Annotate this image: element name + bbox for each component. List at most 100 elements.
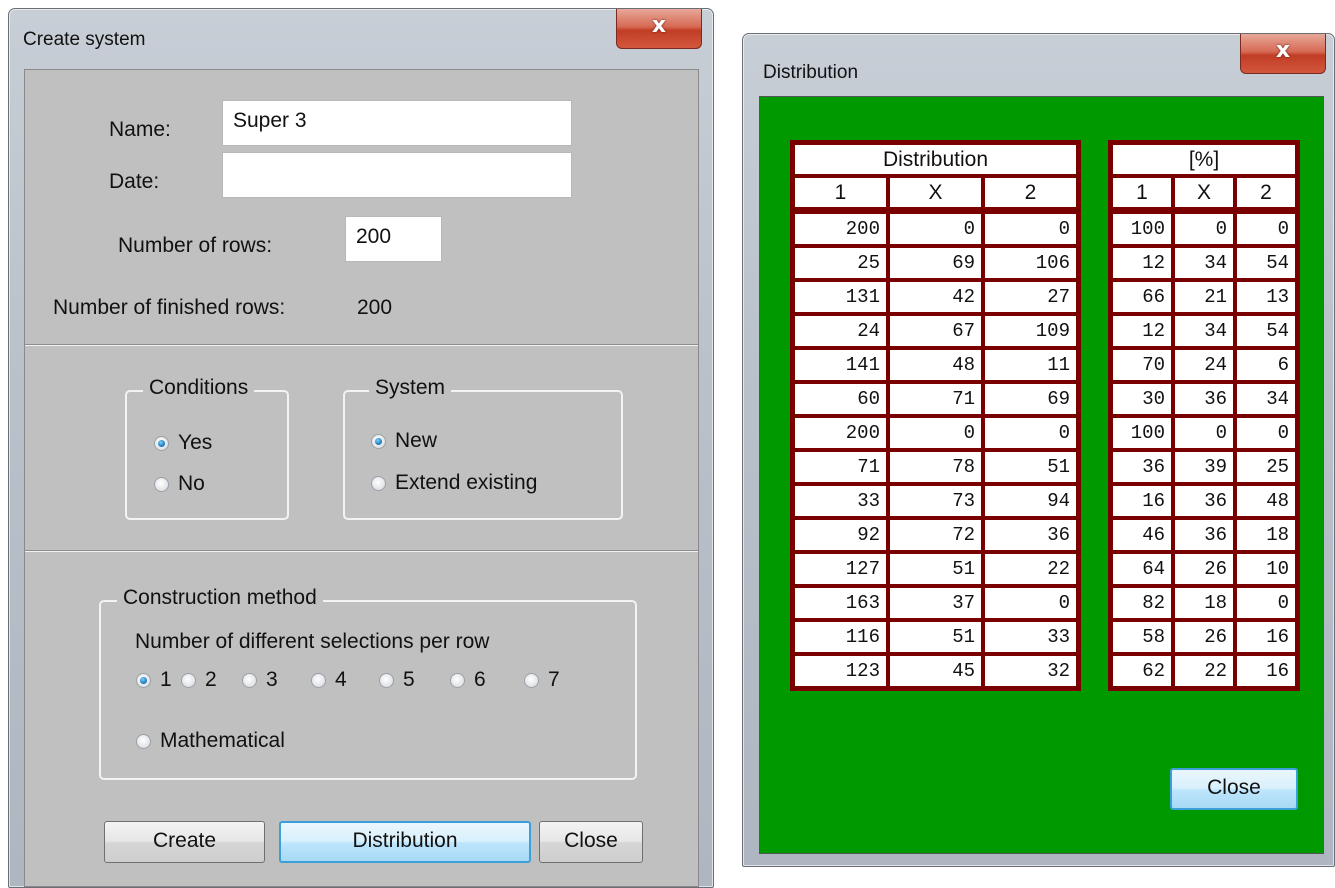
distribution-button[interactable]: Distribution xyxy=(279,821,531,863)
selections-4-radio[interactable]: 4 xyxy=(311,668,347,692)
date-input[interactable] xyxy=(222,152,572,198)
close-button[interactable]: Close xyxy=(1170,768,1298,810)
selections-6-radio[interactable]: 6 xyxy=(450,668,486,692)
table-row: 62 22 16 xyxy=(1111,654,1297,688)
conditions-no-radio[interactable]: No xyxy=(154,472,205,496)
selections-2-radio[interactable]: 2 xyxy=(181,668,217,692)
name-input[interactable]: Super 3 xyxy=(222,100,572,146)
table-cell: 26 xyxy=(1173,552,1235,586)
window-title: Distribution xyxy=(763,62,859,83)
distribution-table: Distribution 1 X 2 200 0 0 25 69 106 131 42 27 24… xyxy=(790,140,1081,691)
table-cell: 72 xyxy=(888,518,983,552)
separator xyxy=(25,550,698,552)
table-cell: 100 xyxy=(1111,416,1173,450)
table-cell: 26 xyxy=(1173,620,1235,654)
distribution-header: Distribution xyxy=(793,143,1078,176)
selections-1-radio[interactable]: 1 xyxy=(136,668,172,692)
table-cell: 24 xyxy=(793,314,888,348)
window-close-button[interactable]: x xyxy=(616,9,702,49)
table-cell: 82 xyxy=(1111,586,1173,620)
column-header: X xyxy=(1173,176,1235,209)
radio-unchecked-icon xyxy=(371,475,386,491)
table-cell: 46 xyxy=(1111,518,1173,552)
table-row: 163 37 0 xyxy=(793,586,1078,620)
dialog-body: Name: Super 3 Date: Number of rows: 200 … xyxy=(24,69,699,887)
table-row: 12 34 54 xyxy=(1111,246,1297,280)
selections-hint: Number of different selections per row xyxy=(135,630,490,653)
table-cell: 100 xyxy=(1111,212,1173,246)
radio-checked-icon xyxy=(371,433,386,449)
table-cell: 78 xyxy=(888,450,983,484)
radio-unchecked-icon xyxy=(524,672,539,688)
title-bar[interactable]: Create system x xyxy=(9,9,713,65)
table-row: 25 69 106 xyxy=(793,246,1078,280)
create-system-window: Create system x Name: Super 3 Date: Numb… xyxy=(8,8,714,888)
table-cell: 45 xyxy=(888,654,983,688)
table-cell: 54 xyxy=(1235,246,1297,280)
date-label: Date: xyxy=(109,170,160,193)
table-row: 82 18 0 xyxy=(1111,586,1297,620)
window-title: Create system xyxy=(23,29,146,50)
name-label: Name: xyxy=(109,118,171,141)
table-cell: 123 xyxy=(793,654,888,688)
table-cell: 58 xyxy=(1111,620,1173,654)
rows-label: Number of rows: xyxy=(118,234,273,257)
table-row: 92 72 36 xyxy=(793,518,1078,552)
table-row: 36 39 25 xyxy=(1111,450,1297,484)
create-button[interactable]: Create xyxy=(104,821,265,863)
table-cell: 30 xyxy=(1111,382,1173,416)
percent-table: [%] 1 X 2 100 0 0 12 34 54 66 21 13 12 34 54 70 24 6 30… xyxy=(1108,140,1300,691)
table-cell: 0 xyxy=(1173,212,1235,246)
table-cell: 60 xyxy=(793,382,888,416)
table-cell: 69 xyxy=(888,246,983,280)
radio-checked-icon xyxy=(154,435,169,451)
table-cell: 21 xyxy=(1173,280,1235,314)
table-cell: 116 xyxy=(793,620,888,654)
finished-rows-value: 200 xyxy=(357,296,393,319)
table-cell: 71 xyxy=(793,450,888,484)
table-row: 12 34 54 xyxy=(1111,314,1297,348)
table-row: 33 73 94 xyxy=(793,484,1078,518)
table-cell: 51 xyxy=(888,552,983,586)
window-close-button[interactable]: x xyxy=(1240,34,1326,74)
table-cell: 6 xyxy=(1235,348,1297,382)
table-cell: 25 xyxy=(793,246,888,280)
system-new-radio[interactable]: New xyxy=(371,429,437,453)
close-button[interactable]: Close xyxy=(539,821,643,863)
table-cell: 24 xyxy=(1173,348,1235,382)
table-cell: 141 xyxy=(793,348,888,382)
table-cell: 10 xyxy=(1235,552,1297,586)
table-row: 71 78 51 xyxy=(793,450,1078,484)
table-cell: 0 xyxy=(983,586,1078,620)
radio-label: 1 xyxy=(160,668,172,691)
table-row: 116 51 33 xyxy=(793,620,1078,654)
construction-method-group: Construction method Number of different … xyxy=(99,586,637,780)
system-extend-radio[interactable]: Extend existing xyxy=(371,471,537,495)
table-cell: 18 xyxy=(1235,518,1297,552)
table-cell: 73 xyxy=(888,484,983,518)
radio-label: 3 xyxy=(266,668,278,691)
table-cell: 94 xyxy=(983,484,1078,518)
column-header: 2 xyxy=(983,176,1078,209)
table-row: 16 36 48 xyxy=(1111,484,1297,518)
table-cell: 27 xyxy=(983,280,1078,314)
title-bar[interactable]: Distribution x xyxy=(743,34,1334,90)
system-group: System New Extend existing xyxy=(343,376,623,520)
column-header: 1 xyxy=(793,176,888,209)
table-cell: 36 xyxy=(1173,518,1235,552)
conditions-yes-radio[interactable]: Yes xyxy=(154,431,212,455)
rows-input[interactable]: 200 xyxy=(345,216,442,262)
table-row: 60 71 69 xyxy=(793,382,1078,416)
mathematical-radio[interactable]: Mathematical xyxy=(136,729,285,753)
radio-unchecked-icon xyxy=(450,672,465,688)
selections-3-radio[interactable]: 3 xyxy=(242,668,278,692)
selections-7-radio[interactable]: 7 xyxy=(524,668,560,692)
table-cell: 0 xyxy=(1235,212,1297,246)
table-cell: 16 xyxy=(1235,654,1297,688)
table-cell: 33 xyxy=(983,620,1078,654)
table-cell: 106 xyxy=(983,246,1078,280)
selections-5-radio[interactable]: 5 xyxy=(379,668,415,692)
table-row: 66 21 13 xyxy=(1111,280,1297,314)
table-cell: 36 xyxy=(983,518,1078,552)
table-cell: 39 xyxy=(1173,450,1235,484)
